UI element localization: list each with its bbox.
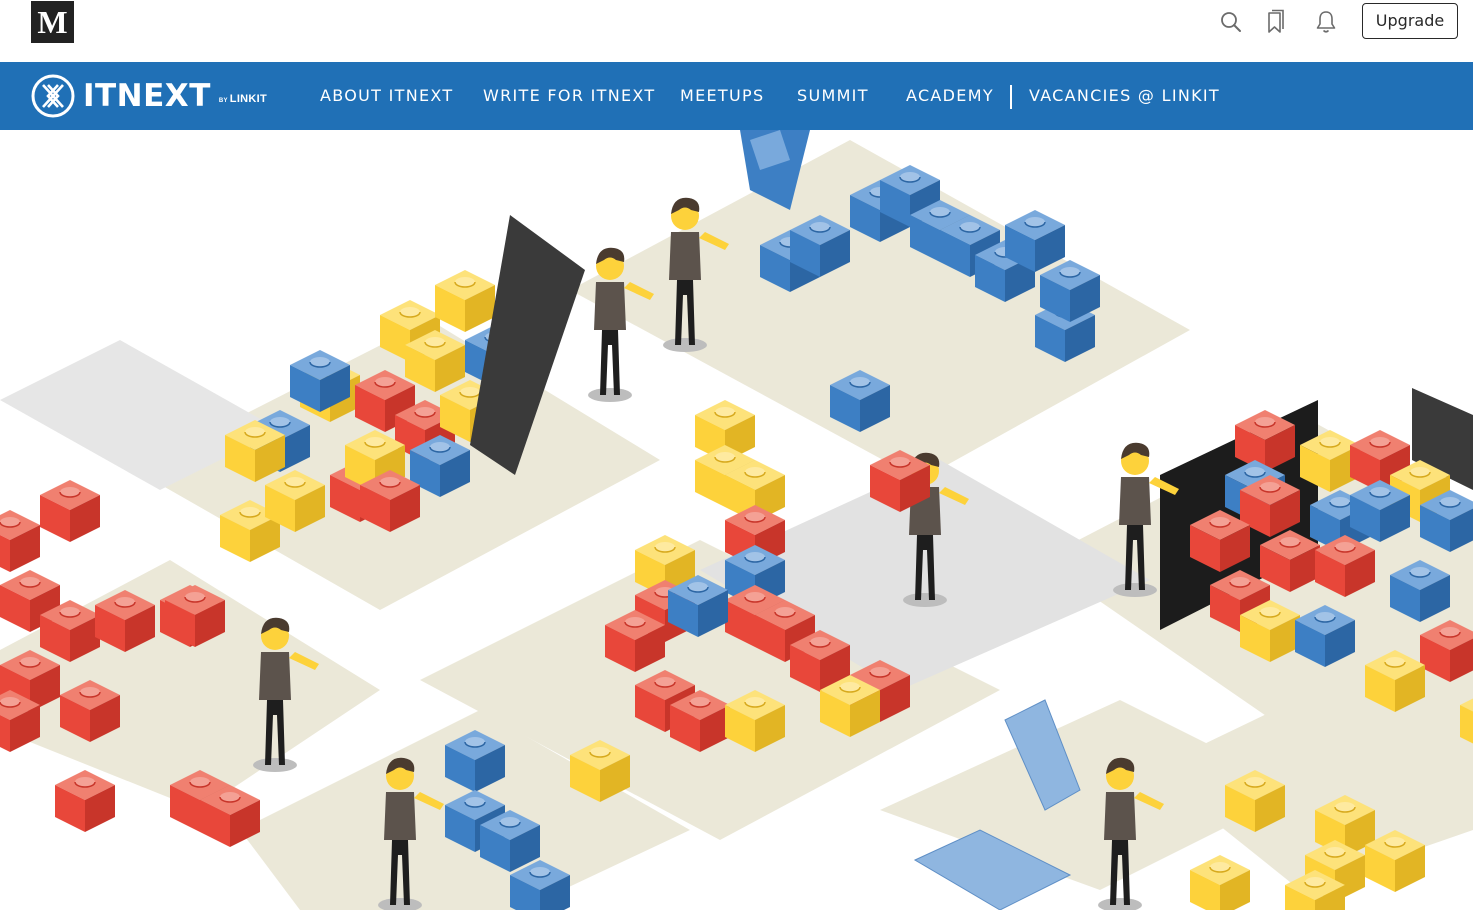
linkit-tagline: BY LINKIT bbox=[218, 93, 268, 105]
medium-logo[interactable]: M bbox=[31, 1, 74, 43]
search-icon[interactable] bbox=[1219, 9, 1243, 35]
bookmarks-icon[interactable] bbox=[1263, 9, 1287, 35]
nav-vacancies-linkit[interactable]: VACANCIES @ LINKIT bbox=[1029, 86, 1220, 105]
nav-write-for-itnext[interactable]: WRITE FOR ITNEXT bbox=[483, 86, 655, 105]
lego-builders-illustration bbox=[0, 130, 1473, 910]
itnext-wordmark: ITNEXT bbox=[83, 78, 211, 114]
notifications-bell-icon[interactable] bbox=[1314, 9, 1338, 35]
nav-meetups[interactable]: MEETUPS bbox=[680, 86, 764, 105]
hero-illustration bbox=[0, 130, 1473, 910]
nav-summit[interactable]: SUMMIT bbox=[797, 86, 869, 105]
itnext-x-icon bbox=[31, 74, 75, 118]
nav-academy[interactable]: ACADEMY bbox=[906, 86, 994, 105]
upgrade-button[interactable]: Upgrade bbox=[1362, 3, 1458, 39]
itnext-logo[interactable]: ITNEXT BY LINKIT bbox=[31, 73, 267, 119]
nav-divider bbox=[1010, 85, 1012, 109]
top-bar: M Upgrade bbox=[0, 0, 1473, 62]
nav-about-itnext[interactable]: ABOUT ITNEXT bbox=[320, 86, 453, 105]
publication-nav-bar: ITNEXT BY LINKIT ABOUT ITNEXT WRITE FOR I… bbox=[0, 62, 1473, 130]
